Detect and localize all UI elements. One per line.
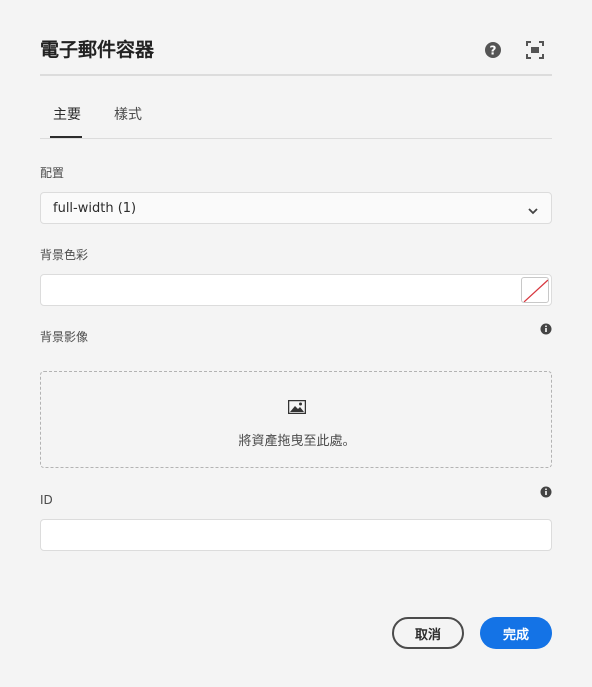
tab-style[interactable]: 樣式 <box>114 104 142 126</box>
dialog-title: 電子郵件容器 <box>40 39 155 61</box>
layout-select-value: full-width (1) <box>53 200 137 216</box>
image-icon <box>287 399 307 418</box>
header-divider <box>40 74 552 76</box>
color-swatch-button[interactable] <box>521 277 549 303</box>
bg-color-field[interactable] <box>40 274 552 306</box>
info-icon[interactable] <box>540 320 552 335</box>
asset-dropzone[interactable]: 將資產拖曳至此處。 <box>40 371 552 468</box>
email-container-dialog: 電子郵件容器 ? 主要 樣式 配置 full-width (1) 背景色彩 背景… <box>0 0 592 687</box>
help-icon[interactable]: ? <box>483 40 503 60</box>
id-label: ID <box>40 493 53 507</box>
bg-image-label: 背景影像 <box>40 330 89 344</box>
cancel-button[interactable]: 取消 <box>392 617 464 649</box>
layout-select[interactable]: full-width (1) <box>40 192 552 224</box>
tabs-divider <box>40 138 552 139</box>
tab-bar: 主要 樣式 <box>40 100 552 140</box>
chevron-down-icon <box>527 202 539 221</box>
active-tab-indicator <box>50 136 82 138</box>
svg-text:?: ? <box>490 44 497 58</box>
dropzone-text: 將資產拖曳至此處。 <box>238 434 356 449</box>
tab-main[interactable]: 主要 <box>53 104 81 126</box>
layout-label: 配置 <box>40 166 65 180</box>
id-field[interactable] <box>40 519 552 551</box>
fullscreen-icon[interactable] <box>525 40 545 60</box>
done-button[interactable]: 完成 <box>480 617 552 649</box>
bg-color-label: 背景色彩 <box>40 248 89 262</box>
info-icon[interactable] <box>540 483 552 498</box>
